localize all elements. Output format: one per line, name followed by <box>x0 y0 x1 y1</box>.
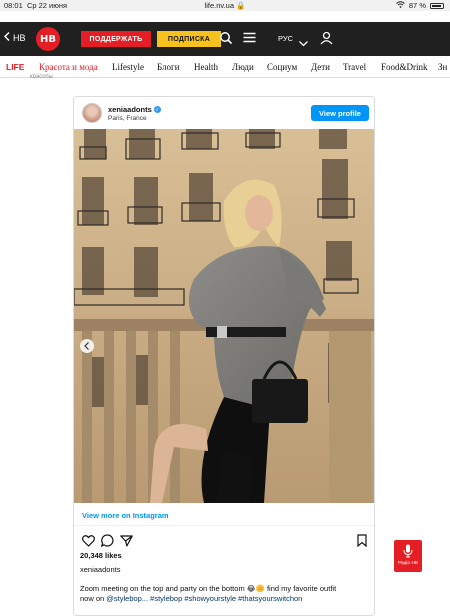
view-more-link[interactable]: View more on Instagram <box>82 511 169 520</box>
nav-item-people[interactable]: Люди <box>232 62 254 72</box>
bookmark-icon[interactable] <box>357 534 367 552</box>
clipped-heading: красоты <box>30 74 53 78</box>
microphone-icon <box>394 544 422 560</box>
post-photo[interactable] <box>74 129 374 503</box>
category-nav: LIFE Красота и мода Lifestyle Блоги Heal… <box>0 56 450 78</box>
radio-nv-button[interactable]: Радіо НВ <box>394 540 422 572</box>
status-right: 87 % <box>396 1 444 10</box>
language-select[interactable]: РУС <box>278 34 293 43</box>
site-header: НВ НВ ПОДДЕРЖАТЬ ПОДПИСКА РУС <box>0 22 450 56</box>
photo-illustration <box>74 129 374 503</box>
nav-item-beauty-fashion[interactable]: Красота и мода <box>39 62 98 72</box>
caption-username[interactable]: xeniaadonts <box>80 565 120 574</box>
nav-item-food-drink[interactable]: Food&Drink <box>381 62 428 72</box>
chevron-left-icon <box>4 32 10 43</box>
divider <box>74 525 374 526</box>
nav-item-kids[interactable]: Дети <box>311 62 330 72</box>
verified-badge-icon: ✓ <box>153 106 161 113</box>
status-bar: 08:01 Ср 22 июня life.nv.ua 🔒 87 % <box>0 0 450 11</box>
support-button[interactable]: ПОДДЕРЖАТЬ <box>81 31 151 47</box>
search-icon[interactable] <box>219 31 233 50</box>
radio-label: Радіо НВ <box>397 561 419 566</box>
lock-icon: 🔒 <box>236 1 246 10</box>
post-username[interactable]: xeniaadonts ✓ <box>108 105 161 114</box>
avatar[interactable] <box>82 103 102 123</box>
nav-item-travel[interactable]: Travel <box>343 62 366 72</box>
battery-percent: 87 % <box>408 1 426 10</box>
nav-item-lifestyle[interactable]: Lifestyle <box>112 62 144 72</box>
nav-item-health[interactable]: Health <box>194 62 218 72</box>
subscribe-button[interactable]: ПОДПИСКА <box>157 31 221 47</box>
nav-item-blogs[interactable]: Блоги <box>157 62 180 72</box>
battery-icon <box>430 2 444 9</box>
heart-icon[interactable] <box>82 534 95 552</box>
nav-item-more[interactable]: Зн <box>438 62 447 72</box>
instagram-embed: xeniaadonts ✓ Paris, France View profile <box>73 96 375 616</box>
nav-item-society[interactable]: Социум <box>267 62 297 72</box>
post-location[interactable]: Paris, France <box>108 115 147 122</box>
address-url[interactable]: life.nv.ua 🔒 <box>0 1 450 10</box>
likes-count[interactable]: 20,348 likes <box>80 551 122 560</box>
watermark: www.kidstaff.com.ua/user-1100008 <box>182 570 313 579</box>
view-profile-button[interactable]: View profile <box>311 105 369 121</box>
post-actions <box>82 534 133 552</box>
share-icon[interactable] <box>120 534 133 552</box>
user-icon[interactable] <box>320 31 333 50</box>
nv-logo[interactable]: НВ <box>36 27 60 51</box>
chevron-down-icon[interactable] <box>299 34 308 52</box>
caption-hashtags[interactable]: @stylebop... #stylebop #showyourstyle #t… <box>106 594 302 603</box>
back-link[interactable]: НВ <box>4 32 26 43</box>
carousel-prev-button[interactable] <box>80 339 94 353</box>
section-label[interactable]: LIFE <box>6 62 24 72</box>
comment-icon[interactable] <box>100 534 114 552</box>
menu-icon[interactable] <box>243 31 256 49</box>
wifi-icon <box>396 1 405 10</box>
post-caption: Zoom meeting on the top and party on the… <box>80 584 337 603</box>
